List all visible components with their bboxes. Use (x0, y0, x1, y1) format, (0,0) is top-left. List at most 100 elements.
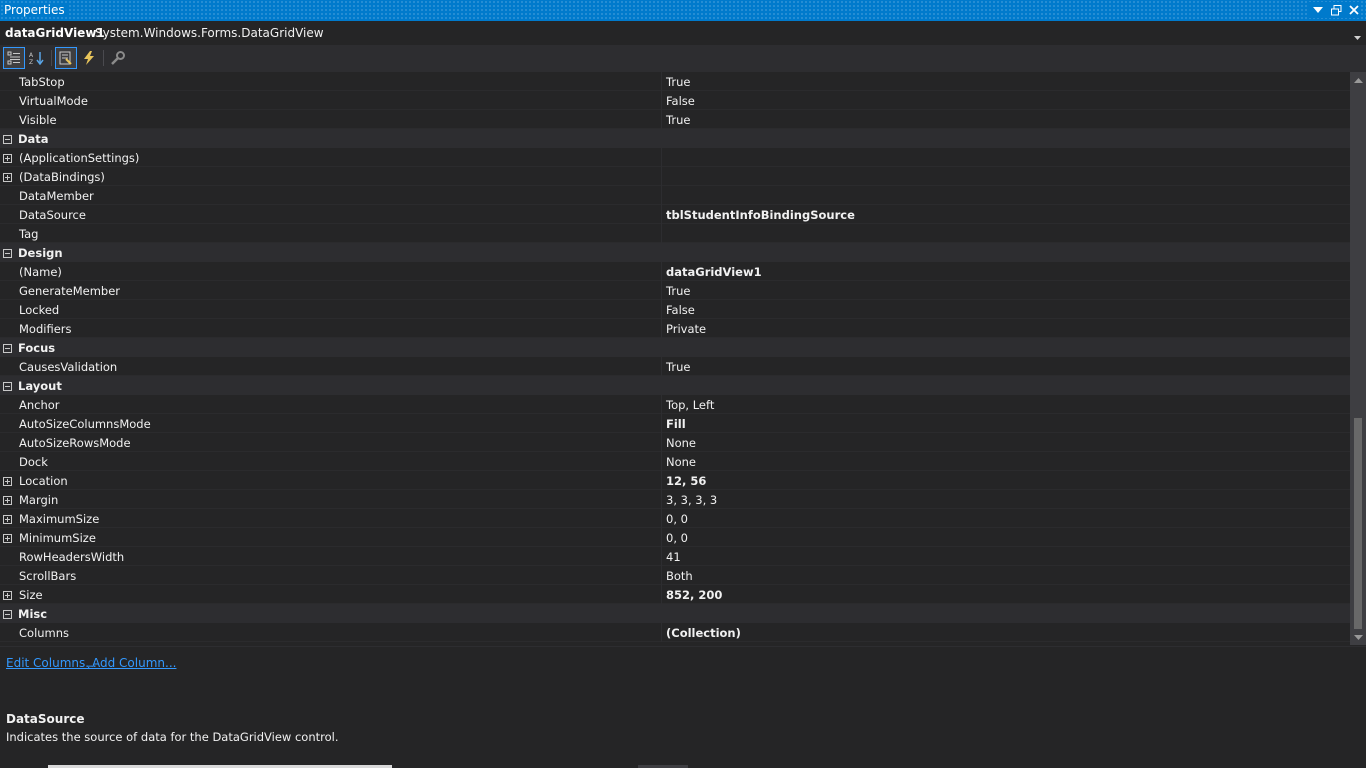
property-row[interactable]: Locked False (0, 300, 1350, 319)
property-value[interactable]: 0, 0 (666, 531, 688, 545)
property-row[interactable]: Margin 3, 3, 3, 3 (0, 490, 1350, 509)
properties-icon[interactable] (55, 47, 77, 69)
restore-window-icon[interactable] (1330, 2, 1342, 18)
expand-icon[interactable] (3, 532, 12, 543)
property-value[interactable]: 852, 200 (666, 588, 722, 602)
property-row[interactable]: DataMember (0, 186, 1350, 205)
property-value[interactable]: False (666, 94, 695, 108)
column-divider[interactable] (661, 110, 662, 129)
column-divider[interactable] (661, 186, 662, 205)
object-selector[interactable]: dataGridView1 System.Windows.Forms.DataG… (0, 21, 1366, 46)
property-value[interactable]: False (666, 303, 695, 317)
property-row[interactable]: MaximumSize 0, 0 (0, 509, 1350, 528)
column-divider[interactable] (661, 319, 662, 338)
category-row[interactable]: Focus (0, 338, 1350, 357)
collapse-icon[interactable] (3, 608, 12, 619)
property-value[interactable]: 12, 56 (666, 474, 706, 488)
property-row[interactable]: (DataBindings) (0, 167, 1350, 186)
property-row[interactable]: Visible True (0, 110, 1350, 129)
column-divider[interactable] (661, 148, 662, 167)
alphabetical-icon[interactable]: A Z (27, 48, 47, 68)
property-value[interactable]: Top, Left (666, 398, 714, 412)
column-divider[interactable] (661, 490, 662, 509)
category-row[interactable]: Layout (0, 376, 1350, 395)
property-row[interactable]: (Name) dataGridView1 (0, 262, 1350, 281)
scrollbar-thumb[interactable] (1354, 418, 1362, 629)
expand-icon[interactable] (3, 475, 12, 486)
property-row[interactable]: MinimumSize 0, 0 (0, 528, 1350, 547)
column-divider[interactable] (661, 224, 662, 243)
column-divider[interactable] (661, 623, 662, 642)
column-divider[interactable] (661, 509, 662, 528)
vertical-scrollbar[interactable] (1350, 72, 1366, 645)
column-divider[interactable] (661, 300, 662, 319)
events-icon[interactable] (79, 48, 99, 68)
scroll-down-icon[interactable] (1350, 629, 1366, 645)
property-row[interactable]: CausesValidation True (0, 357, 1350, 376)
property-value[interactable]: True (666, 113, 690, 127)
add-column-link[interactable]: Add Column... (92, 656, 176, 670)
edit-columns-link[interactable]: Edit Columns... (6, 656, 97, 670)
property-row[interactable]: ScrollBars Both (0, 566, 1350, 585)
properties-title-bar[interactable]: Properties (0, 0, 1366, 21)
category-row[interactable]: Design (0, 243, 1350, 262)
column-divider[interactable] (661, 471, 662, 490)
column-divider[interactable] (661, 167, 662, 186)
property-value[interactable]: True (666, 75, 690, 89)
property-row[interactable]: Anchor Top, Left (0, 395, 1350, 414)
property-value[interactable]: None (666, 455, 696, 469)
column-divider[interactable] (661, 91, 662, 110)
property-row[interactable]: Location 12, 56 (0, 471, 1350, 490)
expand-icon[interactable] (3, 171, 12, 182)
property-row[interactable]: GenerateMember True (0, 281, 1350, 300)
property-value[interactable]: (Collection) (666, 626, 741, 640)
column-divider[interactable] (661, 281, 662, 300)
property-row[interactable]: AutoSizeColumnsMode Fill (0, 414, 1350, 433)
collapse-icon[interactable] (3, 342, 12, 353)
property-row[interactable]: TabStop True (0, 72, 1350, 91)
close-icon[interactable] (1348, 2, 1360, 18)
chevron-down-icon[interactable] (1354, 29, 1361, 43)
column-divider[interactable] (661, 205, 662, 224)
collapse-icon[interactable] (3, 133, 12, 144)
category-row[interactable]: Misc (0, 604, 1350, 623)
collapse-icon[interactable] (3, 380, 12, 391)
property-value[interactable]: Private (666, 322, 706, 336)
column-divider[interactable] (661, 262, 662, 281)
property-value[interactable]: None (666, 436, 696, 450)
property-row[interactable]: VirtualMode False (0, 91, 1350, 110)
property-value[interactable]: True (666, 284, 690, 298)
property-value[interactable]: True (666, 360, 690, 374)
expand-icon[interactable] (3, 513, 12, 524)
property-row[interactable]: AutoSizeRowsMode None (0, 433, 1350, 452)
property-row[interactable]: Modifiers Private (0, 319, 1350, 338)
property-value[interactable]: Both (666, 569, 693, 583)
category-row[interactable]: Data (0, 129, 1350, 148)
expand-icon[interactable] (3, 589, 12, 600)
property-row[interactable]: Size 852, 200 (0, 585, 1350, 604)
property-value[interactable]: Fill (666, 417, 686, 431)
scroll-up-icon[interactable] (1350, 72, 1366, 88)
column-divider[interactable] (661, 585, 662, 604)
property-pages-icon[interactable] (108, 48, 128, 68)
column-divider[interactable] (661, 395, 662, 414)
property-value[interactable]: 41 (666, 550, 681, 564)
property-row[interactable]: Columns (Collection) (0, 623, 1350, 642)
property-value[interactable]: tblStudentInfoBindingSource (666, 208, 855, 222)
column-divider[interactable] (661, 528, 662, 547)
property-row[interactable]: Dock None (0, 452, 1350, 471)
expand-icon[interactable] (3, 152, 12, 163)
window-position-dropdown-icon[interactable] (1312, 2, 1324, 18)
column-divider[interactable] (661, 547, 662, 566)
property-row[interactable]: RowHeadersWidth 41 (0, 547, 1350, 566)
expand-icon[interactable] (3, 494, 12, 505)
column-divider[interactable] (661, 357, 662, 376)
property-row[interactable]: DataSource tblStudentInfoBindingSource (0, 205, 1350, 224)
column-divider[interactable] (661, 566, 662, 585)
column-divider[interactable] (661, 414, 662, 433)
property-value[interactable]: dataGridView1 (666, 265, 762, 279)
column-divider[interactable] (661, 433, 662, 452)
categorized-icon[interactable] (3, 47, 25, 69)
column-divider[interactable] (661, 72, 662, 91)
column-divider[interactable] (661, 452, 662, 471)
